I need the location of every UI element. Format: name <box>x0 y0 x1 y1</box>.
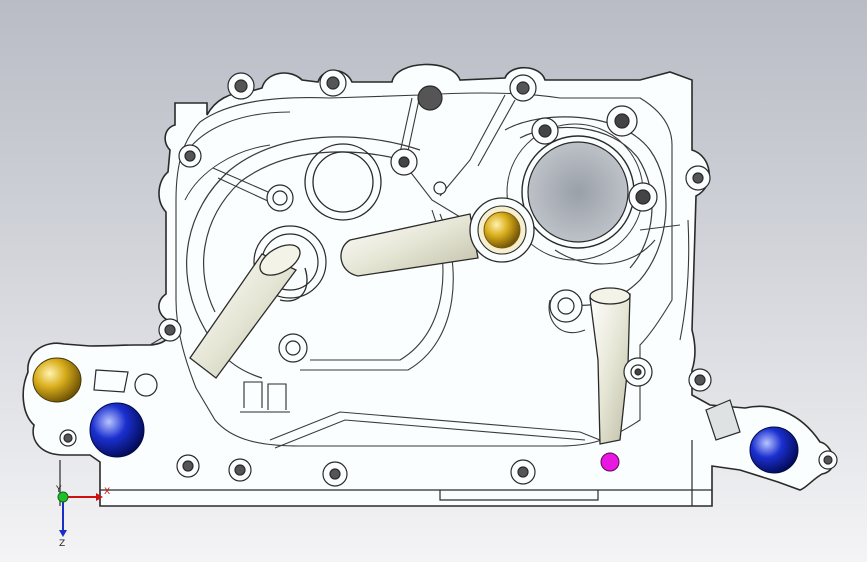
inner-boss <box>623 357 653 387</box>
bolt-hole <box>178 144 202 168</box>
inner-boss <box>606 105 638 137</box>
bolt-hole <box>509 74 537 102</box>
bolt-hole <box>227 72 255 100</box>
blue-port-left[interactable] <box>89 402 145 458</box>
inner-boss <box>628 182 658 212</box>
magenta-point[interactable] <box>600 452 620 472</box>
bolt-hole <box>417 85 443 111</box>
gold-port-left[interactable] <box>32 357 82 403</box>
triad-y-label: Y <box>55 485 62 495</box>
bolt-hole <box>158 318 182 342</box>
inner-boss <box>266 184 294 212</box>
bolt-hole <box>176 454 200 478</box>
bearing-bore <box>521 135 635 249</box>
bolt-hole <box>818 450 838 470</box>
inner-boss <box>549 289 583 323</box>
bolt-hole <box>685 165 711 191</box>
inner-boss <box>278 333 308 363</box>
gold-bore-highlight[interactable] <box>469 197 535 263</box>
bolt-hole <box>322 461 348 487</box>
bolt-hole <box>228 458 252 482</box>
bolt-hole <box>319 69 347 97</box>
inner-boss <box>531 117 559 145</box>
triad-z-label: Z <box>59 539 65 549</box>
housing-part[interactable] <box>22 63 835 507</box>
3d-viewport[interactable]: X Y Z <box>0 0 867 562</box>
bolt-hole <box>688 368 712 392</box>
bolt-hole <box>510 459 536 485</box>
bolt-hole <box>59 429 77 447</box>
blue-port-right[interactable] <box>749 426 799 474</box>
inner-boss <box>390 148 418 176</box>
triad-x-label: X <box>104 487 110 497</box>
inner-boss <box>433 181 447 195</box>
